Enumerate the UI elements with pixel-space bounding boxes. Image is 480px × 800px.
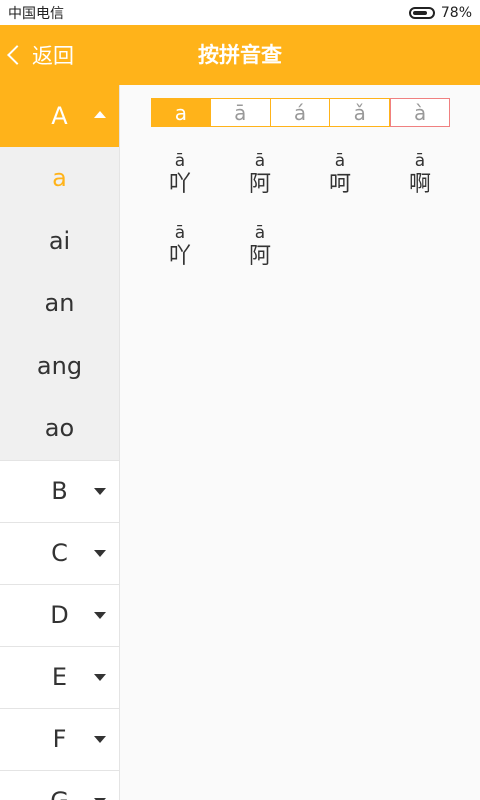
grid-row: ā 吖 ā 阿 <box>140 222 460 294</box>
chevron-left-icon <box>7 45 27 65</box>
caret-down-icon <box>94 673 106 681</box>
pinyin-label: ā <box>174 151 186 171</box>
grid-row: ā 吖 ā 阿 ā 呵 ā 啊 <box>140 150 460 222</box>
sidebar-letter-d[interactable]: D <box>0 585 119 647</box>
caret-down-icon <box>94 549 106 557</box>
character-grid: ā 吖 ā 阿 ā 呵 ā 啊 ā 吖 ā 阿 <box>140 150 460 294</box>
character-item[interactable]: ā 阿 <box>220 150 300 222</box>
character-item[interactable]: ā 吖 <box>140 150 220 222</box>
character-label: 吖 <box>168 244 191 269</box>
battery-percent: 78% <box>440 4 472 21</box>
pinyin-label: ā <box>414 151 426 171</box>
pinyin-label: ā <box>174 223 186 243</box>
caret-up-icon <box>94 111 106 118</box>
syllable-item-ang[interactable]: ang <box>0 335 119 398</box>
character-item[interactable]: ā 啊 <box>380 150 460 222</box>
caret-down-icon <box>94 735 106 743</box>
syllable-item-ai[interactable]: ai <box>0 210 119 273</box>
carrier-label: 中国电信 <box>8 5 64 22</box>
tab-tone-4[interactable]: à <box>390 98 450 127</box>
status-bar: 中国电信 78% <box>0 0 480 25</box>
letter-label: A <box>51 102 68 130</box>
pinyin-label: ā <box>254 151 266 171</box>
character-label: 吖 <box>168 172 191 197</box>
tab-tone-neutral[interactable]: a <box>151 98 211 127</box>
character-label: 啊 <box>408 172 431 197</box>
character-item[interactable]: ā 呵 <box>300 150 380 222</box>
sidebar-letter-c[interactable]: C <box>0 523 119 585</box>
letter-label: C <box>51 539 68 567</box>
back-label: 返回 <box>32 44 74 68</box>
pinyin-label: ā <box>334 151 346 171</box>
caret-down-icon <box>94 611 106 619</box>
status-right: 78% <box>408 4 472 21</box>
sidebar-letter-b[interactable]: B <box>0 461 119 523</box>
battery-icon <box>408 6 435 19</box>
tone-tabs: a ā á ǎ à <box>151 98 450 127</box>
character-label: 阿 <box>248 244 271 269</box>
syllable-item-an[interactable]: an <box>0 272 119 335</box>
character-label: 阿 <box>248 172 271 197</box>
sidebar-letter-e[interactable]: E <box>0 647 119 709</box>
character-item[interactable]: ā 吖 <box>140 222 220 294</box>
character-item[interactable]: ā 阿 <box>220 222 300 294</box>
letter-label: G <box>50 787 69 800</box>
pinyin-label: ā <box>254 223 266 243</box>
app-header: 返回 按拼音查 <box>0 25 480 85</box>
letter-label: E <box>51 663 68 691</box>
letter-label: F <box>52 725 67 753</box>
letter-sidebar: A a ai an ang ao B C D E F G <box>0 85 120 800</box>
tab-tone-1[interactable]: ā <box>210 98 271 127</box>
letter-label: D <box>50 601 69 629</box>
caret-down-icon <box>94 487 106 495</box>
sidebar-letter-a[interactable]: A <box>0 85 119 147</box>
character-label: 呵 <box>328 172 351 197</box>
back-button[interactable]: 返回 <box>7 25 74 85</box>
tab-tone-3[interactable]: ǎ <box>330 98 391 127</box>
sidebar-letter-g[interactable]: G <box>0 771 119 800</box>
tab-tone-2[interactable]: á <box>270 98 331 127</box>
syllable-item-ao[interactable]: ao <box>0 397 119 460</box>
syllable-item-a[interactable]: a <box>0 147 119 210</box>
sidebar-letter-f[interactable]: F <box>0 709 119 771</box>
letter-label: B <box>51 477 68 505</box>
syllable-list: a ai an ang ao <box>0 147 119 461</box>
